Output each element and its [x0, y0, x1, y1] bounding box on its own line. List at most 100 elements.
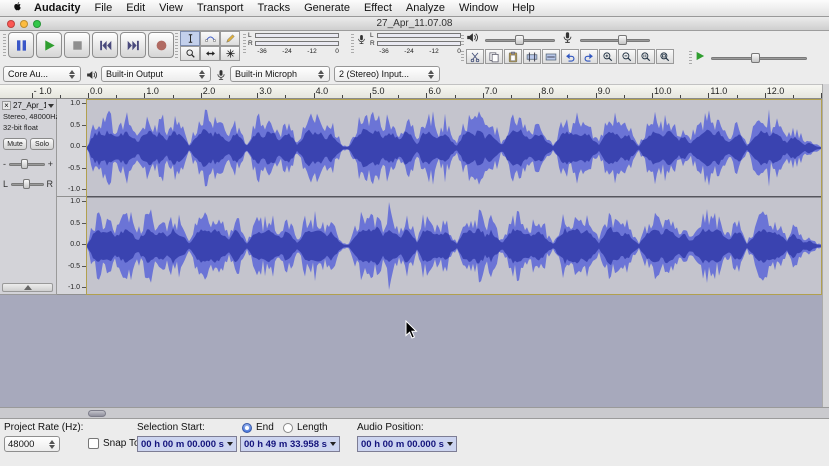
menu-item-file[interactable]: File — [87, 2, 119, 14]
selection-start-field[interactable]: 00 h 00 m 00.000 s — [137, 436, 237, 452]
multi-tool-button[interactable] — [220, 46, 240, 61]
meter-tick-label: -12 — [429, 48, 438, 55]
zoom-tool-button[interactable] — [180, 46, 200, 61]
selection-end-field[interactable]: 00 h 49 m 33.958 s — [240, 436, 340, 452]
project-rate-value: 48000 — [8, 439, 34, 450]
timeline-tick — [596, 93, 597, 98]
combo-arrows-icon — [199, 70, 206, 79]
track-collapse-button[interactable] — [2, 283, 53, 292]
menu-item-generate[interactable]: Generate — [297, 2, 357, 14]
timeline-tick — [567, 95, 568, 98]
end-radio[interactable] — [242, 423, 252, 433]
copy-button[interactable] — [485, 49, 503, 64]
mute-button[interactable]: Mute — [3, 138, 27, 150]
meter-row: L — [248, 32, 340, 39]
solo-button[interactable]: Solo — [30, 138, 54, 150]
apple-menu[interactable] — [12, 0, 23, 16]
horizontal-scrollbar[interactable] — [0, 407, 829, 418]
fit-project-button[interactable] — [656, 49, 674, 64]
timeline-label: 4.0 — [316, 86, 329, 96]
menu-item-window[interactable]: Window — [452, 2, 505, 14]
status-bar: Project Rate (Hz): 48000 Snap To Selecti… — [0, 418, 829, 466]
scale-label: 1.0 — [70, 100, 80, 107]
menu-item-transport[interactable]: Transport — [190, 2, 251, 14]
silence-button[interactable] — [542, 49, 560, 64]
zoom-out-button[interactable] — [618, 49, 636, 64]
menu-item-analyze[interactable]: Analyze — [399, 2, 452, 14]
menu-item-tracks[interactable]: Tracks — [251, 2, 298, 14]
slider-thumb[interactable] — [23, 179, 30, 189]
paste-button[interactable] — [504, 49, 522, 64]
timeline-tick — [398, 95, 399, 98]
length-radio[interactable] — [283, 423, 293, 433]
menu-item-audacity[interactable]: Audacity — [27, 2, 87, 14]
track-info-format: Stereo, 48000Hz — [0, 110, 56, 121]
waveform-channel-right[interactable] — [87, 198, 821, 294]
dropdown-caret-icon[interactable] — [447, 442, 453, 446]
slider-thumb[interactable] — [751, 53, 760, 63]
slider-thumb[interactable] — [618, 35, 627, 45]
fit-selection-button[interactable] — [637, 49, 655, 64]
input-volume-slider[interactable] — [580, 34, 650, 46]
apple-logo-icon — [12, 0, 23, 16]
scale-label: -1.0 — [68, 284, 80, 291]
cut-button[interactable] — [466, 49, 484, 64]
menu-bar: AudacityFileEditViewTransportTracksGener… — [0, 0, 829, 17]
undo-button[interactable] — [561, 49, 579, 64]
menu-item-effect[interactable]: Effect — [357, 2, 399, 14]
end-radio-label[interactable]: End — [256, 422, 274, 433]
vertical-scrollbar-track[interactable] — [822, 84, 829, 418]
skip-end-button[interactable] — [120, 32, 146, 58]
combo-arrows-icon — [428, 70, 435, 79]
timeline-label: 0.0 — [90, 86, 103, 96]
track-menu-icon[interactable] — [48, 104, 54, 108]
input-channels-combo[interactable]: 2 (Stereo) Input... — [334, 66, 440, 82]
combo-arrows-icon — [69, 70, 76, 79]
envelope-tool-button[interactable] — [200, 31, 220, 46]
snap-to-checkbox[interactable] — [88, 438, 99, 449]
record-button[interactable] — [148, 32, 174, 58]
waveform-channel-left[interactable] — [87, 100, 821, 196]
dropdown-caret-icon[interactable] — [330, 442, 336, 446]
audio-host-combo[interactable]: Core Au... — [3, 66, 81, 82]
play-button[interactable] — [36, 32, 62, 58]
slider-thumb[interactable] — [515, 35, 524, 45]
scale-label: 0.0 — [70, 143, 80, 150]
pause-button[interactable] — [8, 32, 34, 58]
scrollbar-thumb[interactable] — [88, 410, 106, 417]
length-radio-label[interactable]: Length — [297, 422, 328, 433]
timeline-tick — [793, 95, 794, 98]
scale-label: -0.5 — [68, 263, 80, 270]
pan-slider[interactable] — [11, 178, 43, 190]
trim-button[interactable] — [523, 49, 541, 64]
timeline-label: - 1.0 — [34, 86, 52, 96]
menu-item-view[interactable]: View — [152, 2, 190, 14]
audio-position-field[interactable]: 00 h 00 m 00.000 s — [357, 436, 457, 452]
timeshift-tool-button[interactable] — [200, 46, 220, 61]
zoom-in-button[interactable] — [599, 49, 617, 64]
output-volume-slider[interactable] — [485, 34, 555, 46]
draw-tool-button[interactable] — [220, 31, 240, 46]
timeline-tick — [737, 95, 738, 98]
vertical-ruler[interactable]: 1.00.50.0-0.5-1.01.00.50.0-0.5-1.0 — [57, 99, 86, 295]
track-control-panel: × 27_Apr_11... Stereo, 48000Hz 32-bit fl… — [0, 99, 57, 295]
timeline-ruler[interactable]: - 1.00.01.02.03.04.05.06.07.08.09.010.01… — [0, 84, 822, 99]
output-device-combo[interactable]: Built-in Output — [101, 66, 211, 82]
stop-button[interactable] — [64, 32, 90, 58]
play-speed-slider[interactable] — [711, 52, 807, 64]
skip-start-button[interactable] — [92, 32, 118, 58]
timeline-label: 9.0 — [598, 86, 611, 96]
slider-track — [580, 39, 650, 42]
meter-row: L — [370, 32, 462, 39]
track-close-button[interactable]: × — [2, 101, 11, 110]
input-device-combo[interactable]: Built-in Microph — [230, 66, 330, 82]
dropdown-caret-icon[interactable] — [227, 442, 233, 446]
menu-item-edit[interactable]: Edit — [119, 2, 152, 14]
menu-item-help[interactable]: Help — [505, 2, 542, 14]
gain-slider[interactable] — [9, 158, 45, 170]
selection-tool-button[interactable] — [180, 31, 200, 46]
meter-mic-icon[interactable] — [356, 32, 367, 46]
slider-thumb[interactable] — [21, 159, 28, 169]
project-rate-combo[interactable]: 48000 — [4, 436, 60, 452]
redo-button[interactable] — [580, 49, 598, 64]
